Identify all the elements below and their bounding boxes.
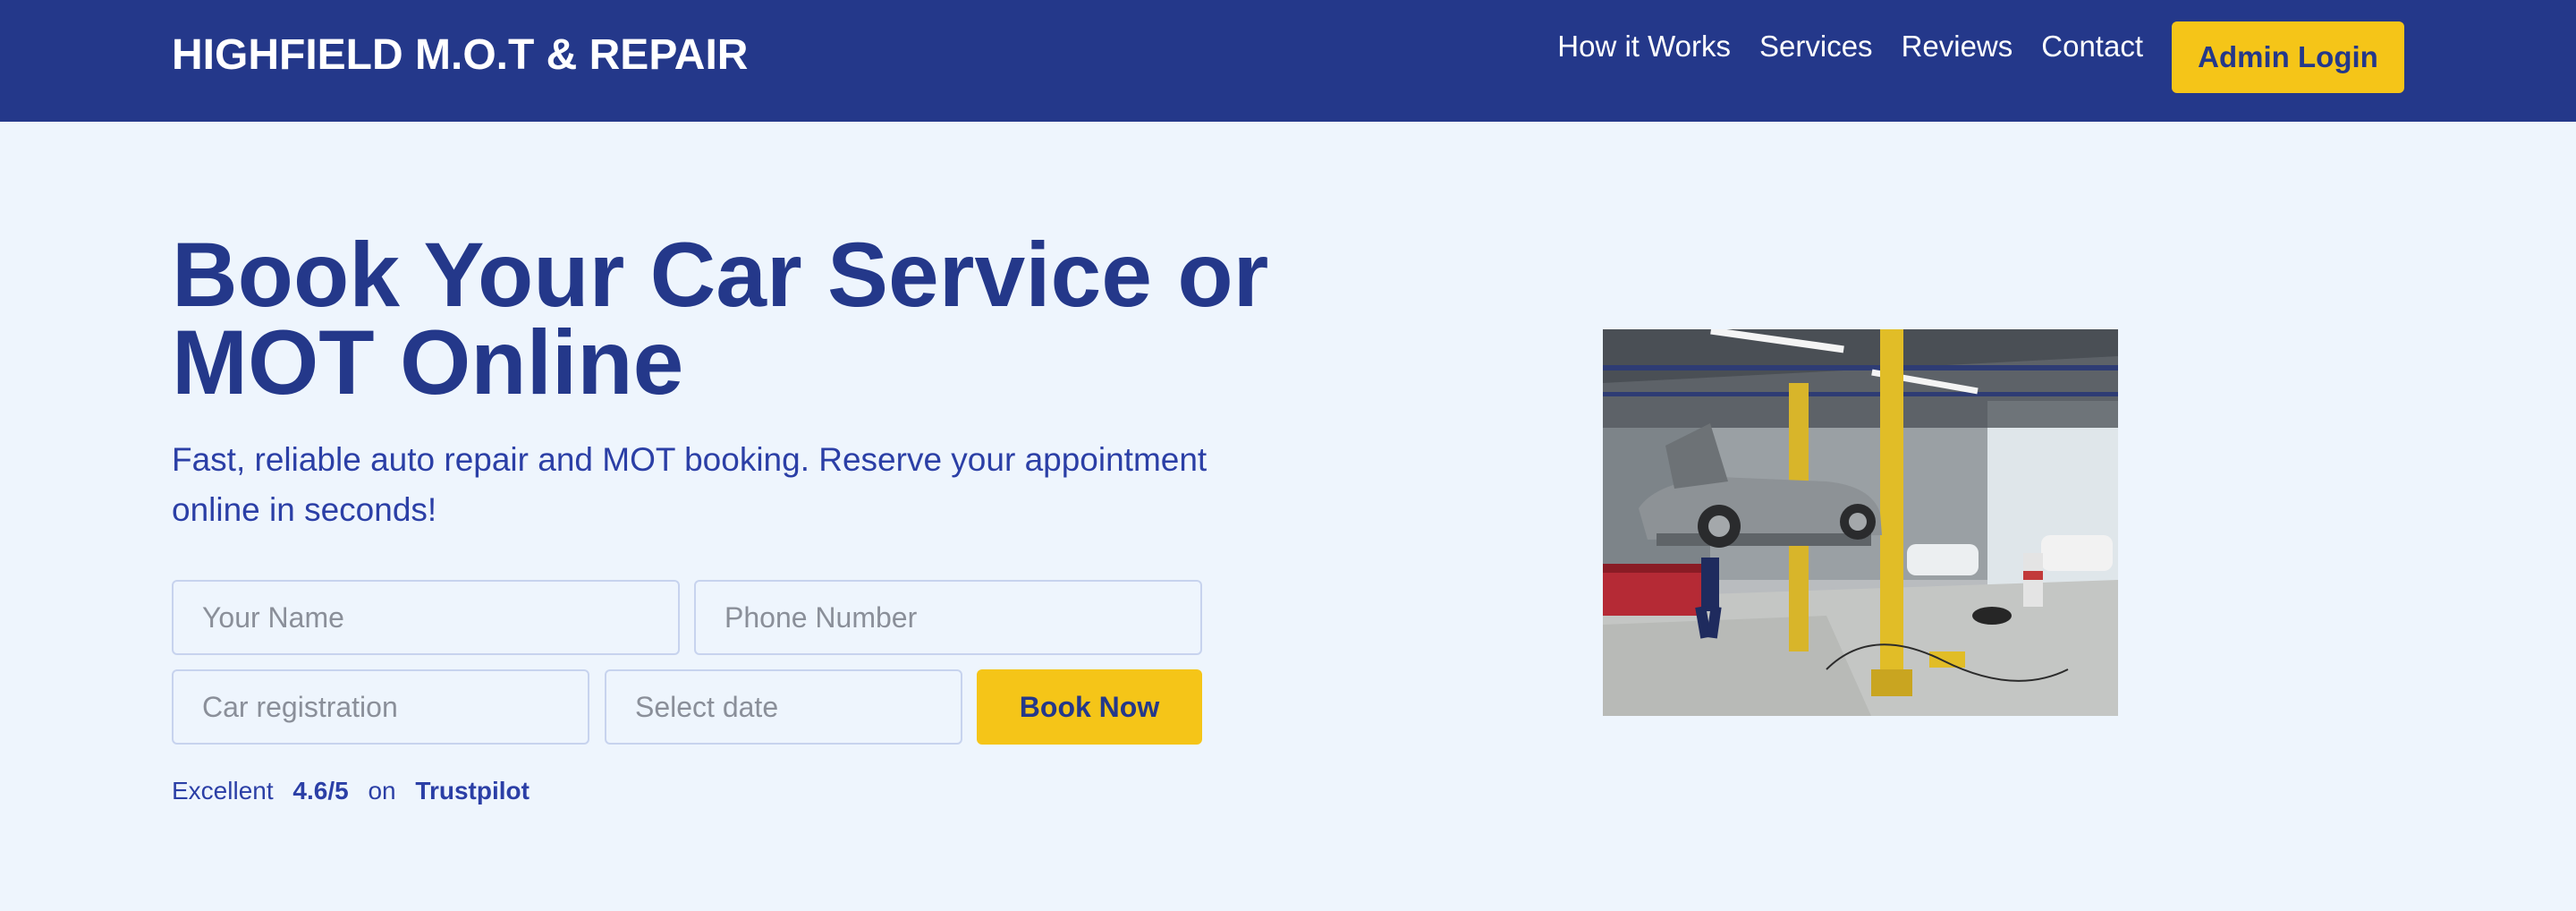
rating-on: on	[368, 777, 396, 805]
trustpilot-link[interactable]: Trustpilot	[415, 777, 530, 805]
hero-subtitle: Fast, reliable auto repair and MOT booki…	[172, 441, 1208, 528]
rating-score: 4.6/5	[292, 777, 349, 805]
phone-input[interactable]	[694, 580, 1202, 655]
hero-title: Book Your Car Service or MOT Online	[172, 224, 1269, 413]
book-now-button[interactable]: Book Now	[977, 669, 1202, 745]
site-header: HIGHFIELD M.O.T & REPAIR How it Works Se…	[0, 0, 2576, 122]
nav-how-it-works[interactable]: How it Works	[1557, 25, 1731, 68]
trustpilot-rating: Excellent 4.6/5 on Trustpilot	[172, 773, 542, 809]
garage-photo	[1603, 329, 2118, 716]
brand-logo-text[interactable]: HIGHFIELD M.O.T & REPAIR	[172, 29, 748, 82]
admin-login-button[interactable]: Admin Login	[2172, 21, 2404, 93]
nav-contact[interactable]: Contact	[2041, 25, 2143, 68]
rating-label: Excellent	[172, 777, 274, 805]
nav-services[interactable]: Services	[1759, 25, 1873, 68]
garage-illustration	[1603, 329, 2118, 716]
main-nav: How it Works Services Reviews Contact Ad…	[1557, 21, 2404, 93]
name-input[interactable]	[172, 580, 680, 655]
car-registration-input[interactable]	[172, 669, 589, 745]
nav-reviews[interactable]: Reviews	[1902, 25, 2013, 68]
date-input[interactable]	[605, 669, 962, 745]
